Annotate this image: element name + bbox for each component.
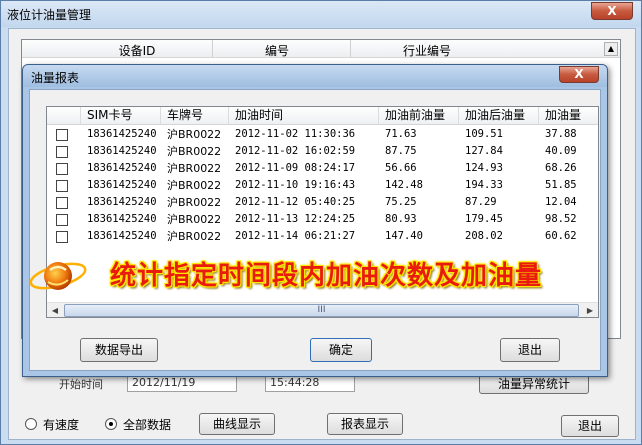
- cell-time: 2012-11-10 19:16:43: [235, 179, 356, 191]
- cell-time: 2012-11-13 12:24:25: [235, 213, 356, 225]
- orbit-logo-icon: [29, 262, 87, 290]
- cell-before: 75.25: [385, 196, 417, 208]
- main-titlebar: 液位计油量管理 X: [1, 1, 641, 27]
- cell-before: 71.63: [385, 128, 417, 140]
- dialog-close-button[interactable]: X: [559, 66, 599, 83]
- promo-banner: 统计指定时间段内加油次数及加油量: [28, 256, 614, 296]
- cell-amount: 68.26: [545, 162, 577, 174]
- cell-after: 179.45: [465, 213, 503, 225]
- table-row[interactable]: 18361425240 沪BR0022 2012-11-02 16:02:59 87.…: [47, 143, 598, 160]
- radio-speed[interactable]: [25, 418, 37, 430]
- cell-sim: 18361425240: [87, 213, 157, 225]
- cell-amount: 98.52: [545, 213, 577, 225]
- cell-time: 2012-11-02 11:30:36: [235, 128, 356, 140]
- oil-report-dialog: 油量报表 X SIM卡号 车牌号 加油时间 加油前油量 加油后油量 加油量 18…: [22, 64, 608, 377]
- cell-time: 2012-11-02 16:02:59: [235, 145, 356, 157]
- radio-all-data[interactable]: [105, 418, 117, 430]
- column-industry-number[interactable]: 行业编号: [392, 42, 462, 59]
- dialog-titlebar: 油量报表 X: [23, 65, 607, 87]
- column-oil-before[interactable]: 加油前油量: [379, 107, 459, 125]
- cell-sim: 18361425240: [87, 179, 157, 191]
- cell-sim: 18361425240: [87, 128, 157, 140]
- table-row[interactable]: 18361425240 沪BR0022 2012-11-09 08:24:17 56.…: [47, 160, 598, 177]
- column-refuel-time[interactable]: 加油时间: [229, 107, 379, 125]
- grid-scroll-up-icon[interactable]: ▲: [604, 42, 618, 56]
- column-device-id[interactable]: 设备ID: [102, 42, 172, 59]
- main-window-title: 液位计油量管理: [7, 8, 92, 22]
- table-row[interactable]: 18361425240 沪BR0022 2012-11-12 05:40:25 75.…: [47, 194, 598, 211]
- main-exit-button[interactable]: 退出: [561, 415, 619, 437]
- banner-text: 统计指定时间段内加油次数及加油量: [110, 261, 543, 291]
- cell-sim: 18361425240: [87, 162, 157, 174]
- row-checkbox[interactable]: [56, 163, 68, 175]
- cell-amount: 40.09: [545, 145, 577, 157]
- cell-amount: 37.88: [545, 128, 577, 140]
- cell-after: 109.51: [465, 128, 503, 140]
- cell-time: 2012-11-12 05:40:25: [235, 196, 356, 208]
- cell-after: 194.33: [465, 179, 503, 191]
- cell-after: 87.29: [465, 196, 497, 208]
- cell-amount: 60.62: [545, 230, 577, 242]
- table-row[interactable]: 18361425240 沪BR0022 2012-11-10 19:16:43 142…: [47, 177, 598, 194]
- cell-before: 142.48: [385, 179, 423, 191]
- cell-sim: 18361425240: [87, 230, 157, 242]
- dialog-client-area: SIM卡号 车牌号 加油时间 加油前油量 加油后油量 加油量 183614252…: [29, 89, 601, 371]
- radio-speed-label: 有速度: [43, 418, 80, 432]
- main-close-button[interactable]: X: [591, 2, 633, 20]
- list-header: SIM卡号 车牌号 加油时间 加油前油量 加油后油量 加油量: [47, 107, 598, 125]
- cell-before: 147.40: [385, 230, 423, 242]
- column-plate[interactable]: 车牌号: [161, 107, 229, 125]
- column-number[interactable]: 编号: [252, 42, 302, 59]
- horizontal-scrollbar[interactable]: ◀ III ▶: [47, 302, 598, 317]
- cell-plate: 沪BR0022: [167, 196, 222, 209]
- cell-sim: 18361425240: [87, 196, 157, 208]
- row-checkbox[interactable]: [56, 214, 68, 226]
- cell-plate: 沪BR0022: [167, 230, 222, 243]
- column-checkbox: [47, 107, 81, 125]
- device-grid-header: 设备ID 编号 行业编号 ▲: [22, 40, 620, 58]
- scroll-thumb[interactable]: III: [64, 304, 579, 317]
- curve-display-button[interactable]: 曲线显示: [199, 413, 275, 435]
- cell-time: 2012-11-14 06:21:27: [235, 230, 356, 242]
- dialog-title: 油量报表: [31, 71, 80, 85]
- radio-all-data-label: 全部数据: [123, 418, 172, 432]
- column-sim[interactable]: SIM卡号: [81, 107, 161, 125]
- row-checkbox[interactable]: [56, 129, 68, 141]
- scroll-right-icon[interactable]: ▶: [583, 304, 597, 317]
- cell-plate: 沪BR0022: [167, 128, 222, 141]
- column-oil-after[interactable]: 加油后油量: [459, 107, 539, 125]
- cell-after: 127.84: [465, 145, 503, 157]
- data-export-button[interactable]: 数据导出: [80, 338, 158, 362]
- report-display-button[interactable]: 报表显示: [327, 413, 403, 435]
- ok-button[interactable]: 确定: [310, 338, 372, 362]
- cell-plate: 沪BR0022: [167, 179, 222, 192]
- cell-after: 124.93: [465, 162, 503, 174]
- cell-before: 56.66: [385, 162, 417, 174]
- cell-time: 2012-11-09 08:24:17: [235, 162, 356, 174]
- table-row[interactable]: 18361425240 沪BR0022 2012-11-14 06:21:27 147…: [47, 228, 598, 245]
- cell-amount: 51.85: [545, 179, 577, 191]
- bottom-toolbar: 有速度 全部数据 曲线显示 报表显示 退出: [9, 409, 635, 439]
- start-time-label: 开始时间: [59, 378, 103, 391]
- oil-anomaly-stat-button[interactable]: 油量异常统计: [479, 374, 589, 394]
- row-checkbox[interactable]: [56, 197, 68, 209]
- cell-plate: 沪BR0022: [167, 213, 222, 226]
- table-row[interactable]: 18361425240 沪BR0022 2012-11-02 11:30:36 71.…: [47, 126, 598, 143]
- table-row[interactable]: 18361425240 沪BR0022 2012-11-13 12:24:25 80.…: [47, 211, 598, 228]
- row-checkbox[interactable]: [56, 231, 68, 243]
- cell-before: 80.93: [385, 213, 417, 225]
- cell-plate: 沪BR0022: [167, 162, 222, 175]
- cell-after: 208.02: [465, 230, 503, 242]
- cell-plate: 沪BR0022: [167, 145, 222, 158]
- row-checkbox[interactable]: [56, 180, 68, 192]
- column-refuel-amount[interactable]: 加油量: [539, 107, 598, 125]
- dialog-exit-button[interactable]: 退出: [500, 338, 560, 362]
- cell-amount: 12.04: [545, 196, 577, 208]
- cell-sim: 18361425240: [87, 145, 157, 157]
- row-checkbox[interactable]: [56, 146, 68, 158]
- cell-before: 87.75: [385, 145, 417, 157]
- scroll-left-icon[interactable]: ◀: [48, 304, 62, 317]
